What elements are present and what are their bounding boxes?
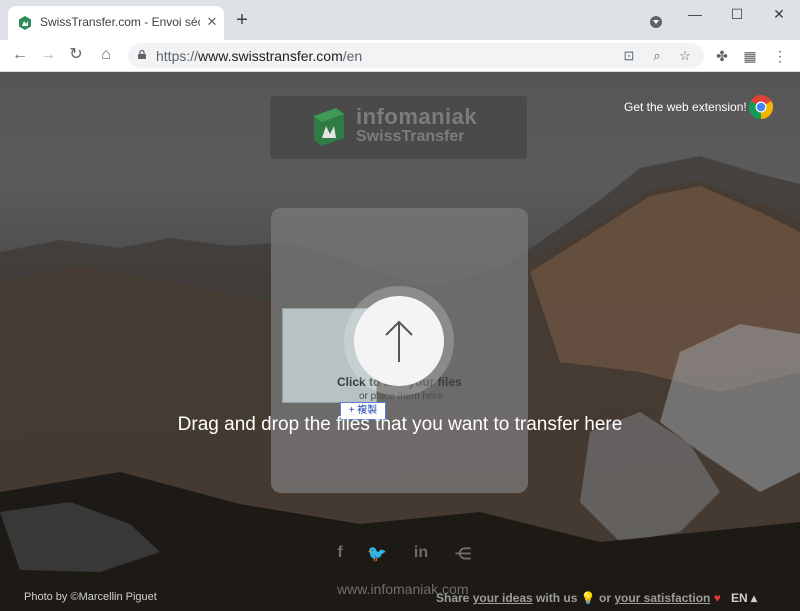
satisfaction-link[interactable]: your satisfaction xyxy=(614,591,710,605)
url-text: https://www.swisstransfer.com/en xyxy=(156,48,363,64)
upload-button[interactable] xyxy=(354,296,444,386)
drag-drop-instruction: Drag and drop the files that you want to… xyxy=(177,414,623,435)
chrome-logo-icon[interactable] xyxy=(749,95,773,119)
address-bar[interactable]: https://www.swisstransfer.com/en ⊡ ⌕ ☆ xyxy=(128,43,704,68)
linkedin-icon[interactable]: in xyxy=(410,544,432,564)
browser-toolbar: ← → ↻ ⌂ https://www.swisstransfer.com/en… xyxy=(0,40,800,72)
bookmark-star-icon[interactable]: ☆ xyxy=(676,47,694,65)
forward-arrow-icon[interactable]: → xyxy=(38,45,58,65)
close-tab-icon[interactable]: ✕ xyxy=(204,14,220,30)
home-icon[interactable]: ⌂ xyxy=(96,45,116,65)
photo-credit: Photo by ©Marcellin Piguet xyxy=(24,591,157,603)
reload-icon[interactable]: ↻ xyxy=(66,45,86,65)
translate-icon[interactable]: ⊡ xyxy=(620,47,638,65)
share-icon[interactable]: ⋲ xyxy=(452,544,474,564)
feedback-links: Share your ideas with us 💡 or your satis… xyxy=(436,591,721,605)
tab-search-icon[interactable] xyxy=(650,16,662,28)
language-selector[interactable]: EN ▴ xyxy=(731,591,757,605)
maximize-button[interactable]: ☐ xyxy=(722,4,752,24)
heart-icon: ♥ xyxy=(713,591,721,605)
file-drop-zone[interactable]: Click to add your files or place them he… xyxy=(271,208,528,493)
upload-arrow-icon xyxy=(385,320,413,362)
extensions-puzzle-icon[interactable]: ✤ xyxy=(712,46,732,66)
profile-avatar-icon[interactable]: ▦ xyxy=(740,46,760,66)
web-extension-link[interactable]: Get the web extension! xyxy=(624,100,747,114)
browser-tab[interactable]: SwissTransfer.com - Envoi sécurisé ✕ xyxy=(8,6,224,40)
twitter-icon[interactable]: 🐦 xyxy=(366,544,388,564)
tab-strip: SwissTransfer.com - Envoi sécurisé ✕ + —… xyxy=(0,0,800,40)
infomaniak-mark-icon xyxy=(314,108,344,146)
back-arrow-icon[interactable]: ← xyxy=(10,45,30,65)
lightbulb-icon: 💡 xyxy=(580,591,596,605)
minimize-button[interactable]: — xyxy=(680,4,710,24)
page-content: infomaniak SwissTransfer Get the web ext… xyxy=(0,72,800,611)
swisstransfer-favicon-icon xyxy=(19,16,31,30)
zoom-icon[interactable]: ⌕ xyxy=(648,47,666,65)
lock-icon xyxy=(138,50,146,59)
tab-title: SwissTransfer.com - Envoi sécurisé xyxy=(40,15,200,29)
close-window-button[interactable]: ✕ xyxy=(764,4,794,24)
new-tab-button[interactable]: + xyxy=(232,10,252,31)
facebook-icon[interactable]: f xyxy=(329,544,351,564)
logo-name: infomaniak xyxy=(356,104,478,129)
logo-subtitle: SwissTransfer xyxy=(356,128,465,145)
kebab-menu-icon[interactable]: ⋮ xyxy=(770,46,790,66)
infomaniak-logo[interactable]: infomaniak SwissTransfer xyxy=(270,96,527,159)
browser-window: SwissTransfer.com - Envoi sécurisé ✕ + —… xyxy=(0,0,800,611)
share-ideas-link[interactable]: your ideas xyxy=(473,591,533,605)
